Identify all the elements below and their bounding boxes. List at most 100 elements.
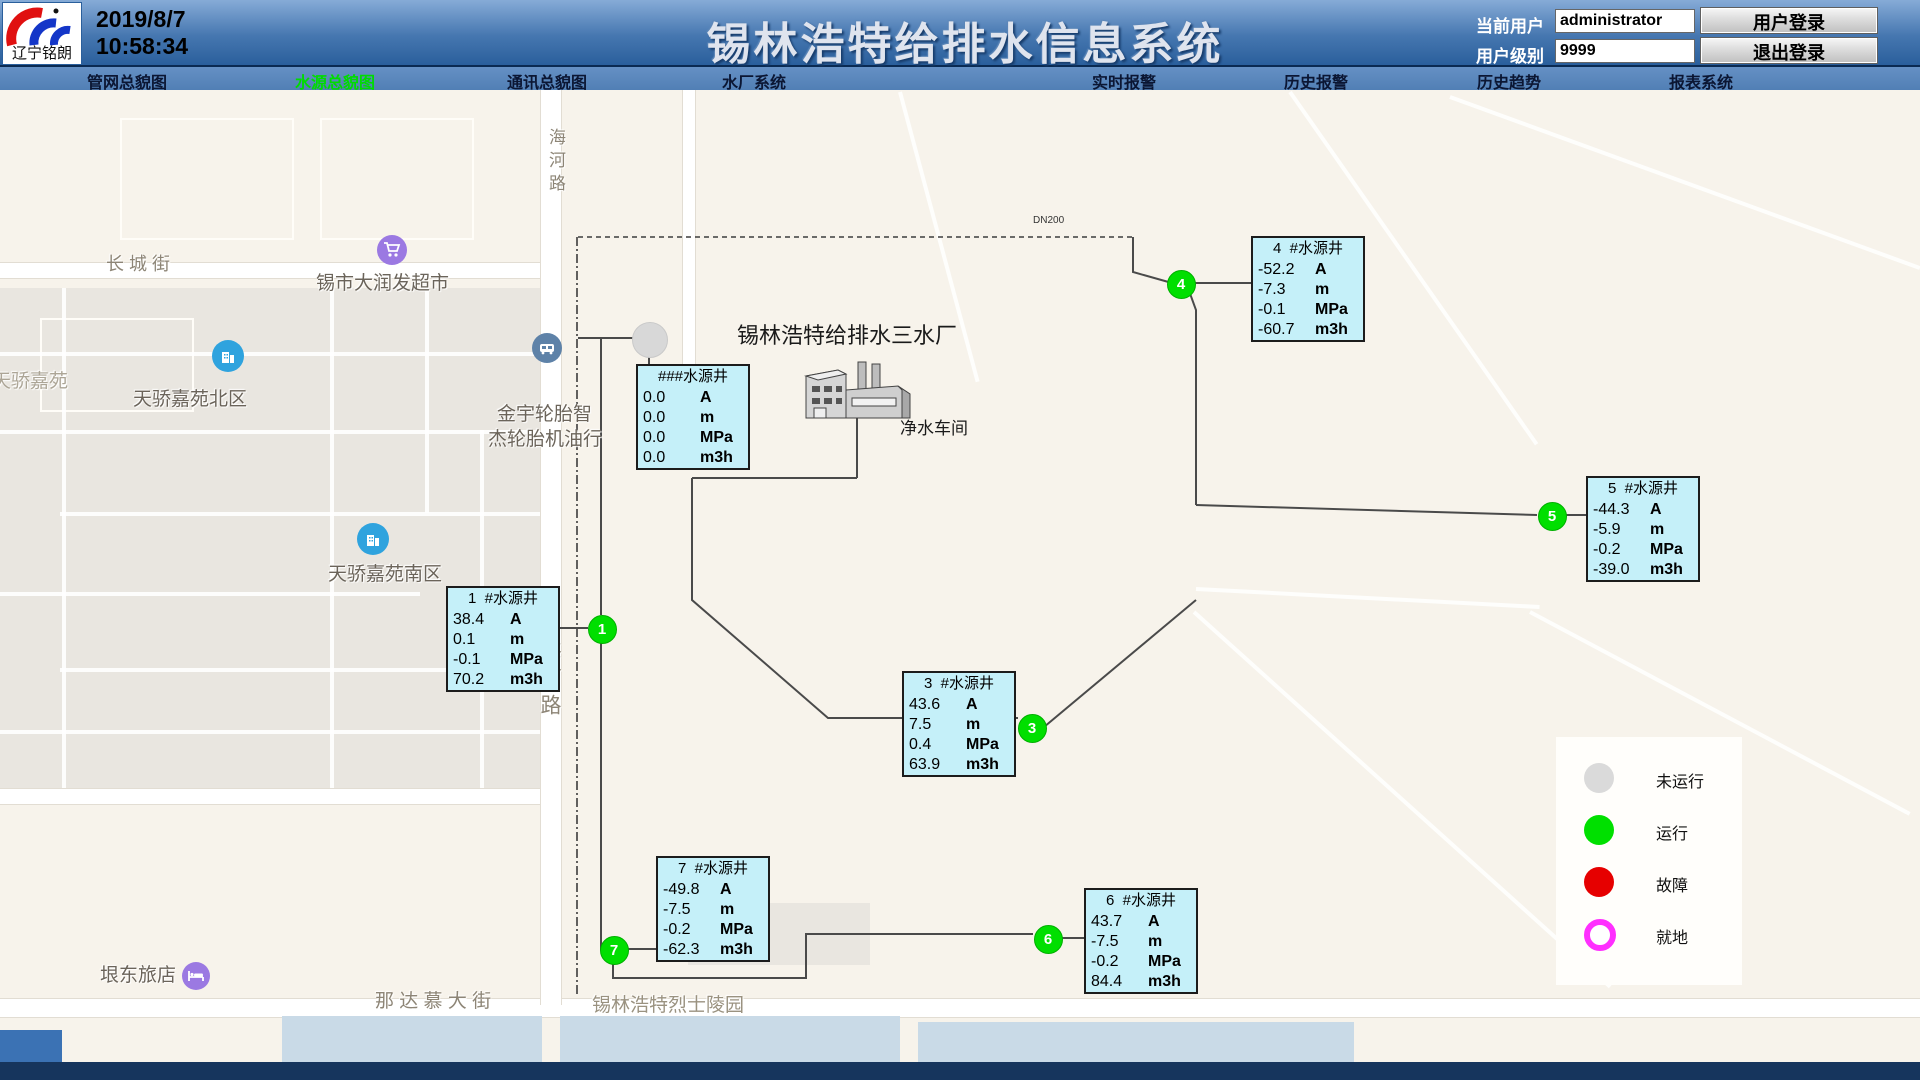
well-measure-row: 0.4 MPa <box>904 735 1014 755</box>
well-unit: m <box>1650 520 1664 540</box>
well-unit: MPa <box>966 735 999 755</box>
well-measure-row: 84.4 m3h <box>1086 972 1196 992</box>
well-measure-row: 0.0A <box>638 388 748 408</box>
well-unit: A <box>510 610 522 630</box>
well-databox-5: 5 #水源井-44.3A-5.9m-0.2MPa-39.0m3h <box>1586 476 1700 582</box>
well-value: -7.3 <box>1258 280 1286 300</box>
well-measure-row: 38.4 A <box>448 610 558 630</box>
login-button[interactable]: 用户登录 <box>1700 7 1878 34</box>
well-value: 43.7 <box>1091 912 1122 932</box>
well-unit: m3h <box>700 448 733 468</box>
supermarket-cart-icon <box>377 235 407 265</box>
well-status-circle-6[interactable]: 6 <box>1034 925 1063 954</box>
well-title: 1 #水源井 <box>448 588 558 610</box>
company-logo: 辽宁铭朗 <box>2 2 82 65</box>
well-title: 3 #水源井 <box>904 673 1014 695</box>
well-unit: MPa <box>1315 300 1348 320</box>
well-status-circle-5[interactable]: 5 <box>1538 502 1567 531</box>
well-measure-row: -7.3 m <box>1253 280 1363 300</box>
well-unit: m <box>1148 932 1162 952</box>
well-unit: MPa <box>1148 952 1181 972</box>
well-measure-row: -5.9 m <box>1588 520 1698 540</box>
well-measure-row: 0.0m <box>638 408 748 428</box>
well-value: -39.0 <box>1593 560 1629 580</box>
well-status-circle-idle[interactable] <box>632 322 668 358</box>
well-value: -0.1 <box>453 650 481 670</box>
well-value: 38.4 <box>453 610 484 630</box>
legend-label: 未运行 <box>1656 768 1704 792</box>
well-status-circle-3[interactable]: 3 <box>1018 714 1047 743</box>
well-measure-row: 43.7 A <box>1086 912 1196 932</box>
well-value: -62.3 <box>663 940 699 960</box>
well-measure-row: 0.0 m3h <box>638 448 748 468</box>
well-measure-row: 0.1m <box>448 630 558 650</box>
well-measure-row: 0.0 MPa <box>638 428 748 448</box>
well-value: -0.2 <box>663 920 691 940</box>
well-databox-7: 7 #水源井-49.8A-7.5m-0.2MPa-62.3m3h <box>656 856 770 962</box>
well-value: -0.1 <box>1258 300 1286 320</box>
well-title: 7 #水源井 <box>658 858 768 880</box>
well-unit: MPa <box>700 428 733 448</box>
user-level-input[interactable] <box>1555 39 1695 63</box>
legend-ring <box>1584 919 1616 951</box>
well-unit: A <box>1650 500 1662 520</box>
logout-button[interactable]: 退出登录 <box>1700 37 1878 64</box>
well-value: 70.2 <box>453 670 484 690</box>
well-databox-4: 4 #水源井-52.2A-7.3m-0.1MPa-60.7m3h <box>1251 236 1365 342</box>
well-unit: m <box>1315 280 1329 300</box>
time-text: 10:58:34 <box>96 33 188 60</box>
well-unit: m3h <box>1148 972 1181 992</box>
well-title: 5 #水源井 <box>1588 478 1698 500</box>
well-unit: A <box>1148 912 1160 932</box>
well-measure-row: 7.5 m <box>904 715 1014 735</box>
current-user-input[interactable] <box>1555 9 1695 33</box>
well-databox-template: ###水源井0.0A0.0m0.0MPa0.0m3h <box>636 364 750 470</box>
well-status-circle-4[interactable]: 4 <box>1167 270 1196 299</box>
well-status-circle-7[interactable]: 7 <box>600 936 629 965</box>
well-status-circle-1[interactable]: 1 <box>588 615 617 644</box>
well-value: 63.9 <box>909 755 940 775</box>
street-label: 长 城 街 <box>106 250 170 276</box>
well-value: -5.9 <box>1593 520 1621 540</box>
legend-label: 运行 <box>1656 820 1688 844</box>
well-unit: MPa <box>720 920 753 940</box>
well-unit: m3h <box>720 940 753 960</box>
well-unit: m3h <box>1315 320 1348 340</box>
datetime: 2019/8/7 10:58:34 <box>96 6 188 60</box>
well-measure-row: -0.1 MPa <box>1253 300 1363 320</box>
well-unit: MPa <box>510 650 543 670</box>
legend-row: 故障 <box>1556 867 1742 899</box>
user-level-label: 用户级别 <box>1476 42 1556 67</box>
well-measure-row: 70.2m3h <box>448 670 558 690</box>
well-value: 84.4 <box>1091 972 1122 992</box>
legend-dot <box>1584 815 1614 845</box>
street-label: 那 达 慕 大 街 <box>375 986 491 1013</box>
legend-dot <box>1584 867 1614 897</box>
well-value: -0.2 <box>1593 540 1621 560</box>
page-title: 锡林浩特给排水信息系统 <box>707 8 1224 72</box>
well-value: 0.4 <box>909 735 931 755</box>
well-measure-row: -7.5m <box>1086 932 1196 952</box>
well-title: ###水源井 <box>638 366 748 388</box>
well-value: 0.0 <box>643 448 665 468</box>
poi-label: 天骄嘉苑 <box>0 366 68 393</box>
well-value: 0.0 <box>643 408 665 428</box>
well-value: 0.0 <box>643 428 665 448</box>
map-canvas[interactable]: 锡林浩特给排水三水厂 净水车间 DN200 未运行运行故障就地 ###水源井0.… <box>0 90 1920 1080</box>
well-measure-row: -0.1 MPa <box>448 650 558 670</box>
current-user-label: 当前用户 <box>1476 12 1556 37</box>
poi-label: 天骄嘉苑南区 <box>328 559 442 586</box>
well-value: 7.5 <box>909 715 931 735</box>
pipe-diameter-label: DN200 <box>1033 215 1064 226</box>
street-label: 海河路 <box>543 128 568 197</box>
well-measure-row: -62.3 m3h <box>658 940 768 960</box>
well-unit: m <box>966 715 980 735</box>
well-measure-row: 43.6A <box>904 695 1014 715</box>
well-unit: m <box>720 900 734 920</box>
well-measure-row: 63.9m3h <box>904 755 1014 775</box>
workshop-label: 净水车间 <box>900 414 968 439</box>
well-unit: m3h <box>1650 560 1683 580</box>
poi-label: 杰轮胎机油行 <box>488 424 602 451</box>
well-unit: A <box>700 388 712 408</box>
well-value: -60.7 <box>1258 320 1294 340</box>
